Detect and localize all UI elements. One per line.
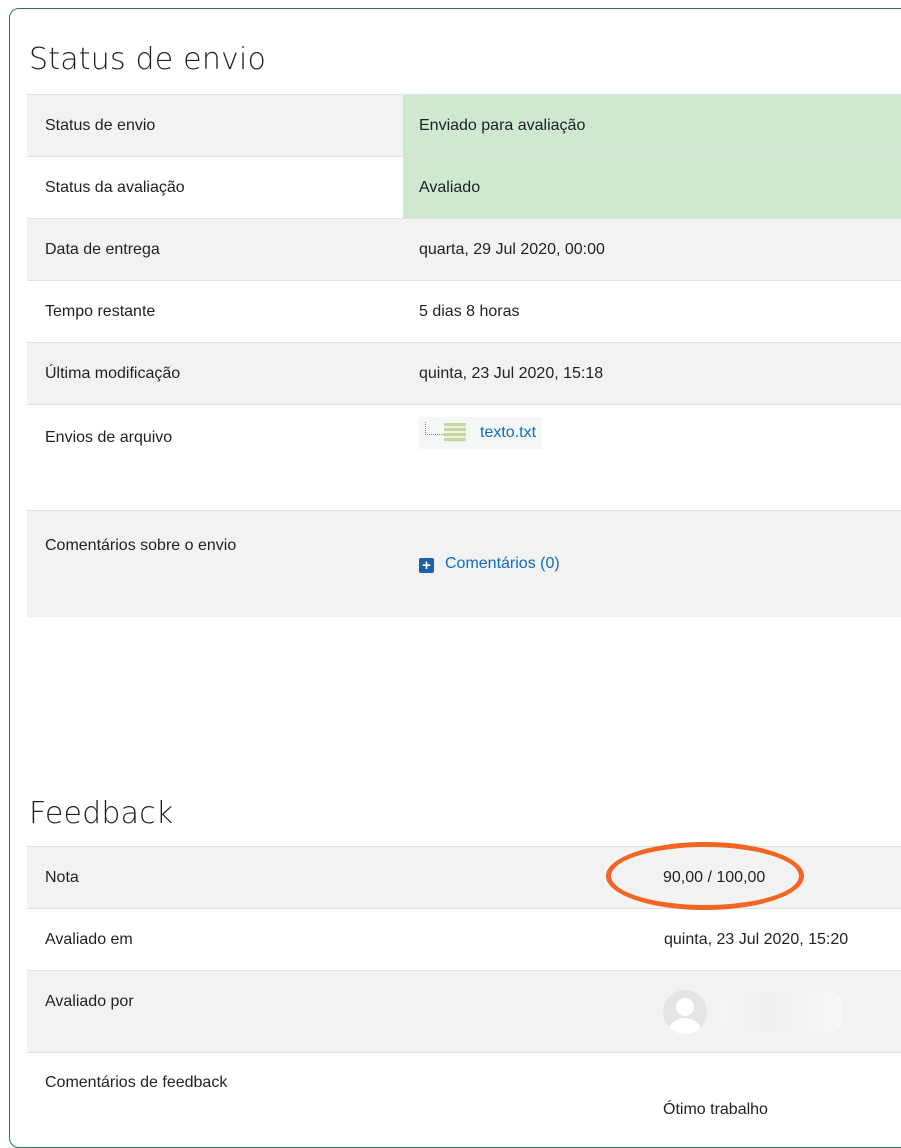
table-row: Avaliado por	[27, 970, 901, 1053]
grading-status-value: Avaliado	[403, 156, 901, 219]
grader-name-redacted[interactable]	[721, 991, 842, 1032]
row-label: Última modificação	[27, 342, 403, 405]
row-label: Comentários sobre o envio	[27, 510, 403, 617]
table-row: Avaliado em quinta, 23 Jul 2020, 15:20	[27, 908, 901, 971]
last-modified-value: quinta, 23 Jul 2020, 15:18	[403, 342, 901, 405]
row-label: Envios de arquivo	[27, 404, 403, 511]
row-label: Tempo restante	[27, 280, 403, 343]
time-remaining-value: 5 dias 8 horas	[403, 280, 901, 343]
submission-status-value: Enviado para avaliação	[403, 94, 901, 157]
row-label: Status de envio	[27, 94, 403, 157]
row-label: Avaliado em	[27, 908, 625, 971]
user-avatar-icon[interactable]	[663, 989, 707, 1034]
plus-square-icon[interactable]: +	[419, 557, 434, 573]
table-row: Tempo restante 5 dias 8 horas	[27, 280, 901, 343]
table-row: Comentários de feedback Ótimo trabalho	[27, 1052, 901, 1133]
graded-by-cell	[625, 970, 901, 1053]
file-link[interactable]: texto.txt	[480, 424, 536, 442]
graded-on-value: quinta, 23 Jul 2020, 15:20	[625, 908, 901, 971]
table-row: Última modificação quinta, 23 Jul 2020, …	[27, 342, 901, 405]
grade-highlight-circle	[606, 842, 804, 910]
feedback-section-title: Feedback	[29, 796, 174, 831]
row-label: Status da avaliação	[27, 156, 403, 219]
tree-connector	[425, 421, 444, 435]
table-row: Status da avaliação Avaliado	[27, 156, 901, 219]
file-text-icon	[444, 423, 466, 443]
row-label: Comentários de feedback	[27, 1052, 625, 1133]
table-row: Status de envio Enviado para avaliação	[27, 94, 901, 157]
table-row: Comentários sobre o envio + Comentários (…	[27, 510, 901, 617]
submission-comments-cell: + Comentários (0)	[403, 510, 901, 617]
table-row: Envios de arquivo texto.txt	[27, 404, 901, 511]
file-tree: texto.txt	[419, 417, 543, 449]
submission-status-table: Status de envio Enviado para avaliação S…	[27, 94, 901, 617]
file-submissions-cell: texto.txt	[403, 404, 901, 511]
due-date-value: quarta, 29 Jul 2020, 00:00	[403, 218, 901, 281]
status-section-title: Status de envio	[29, 42, 267, 77]
comments-link[interactable]: Comentários (0)	[445, 555, 560, 572]
table-row: Data de entrega quarta, 29 Jul 2020, 00:…	[27, 218, 901, 281]
row-label: Nota	[27, 846, 625, 909]
row-label: Avaliado por	[27, 970, 625, 1053]
feedback-comment-value: Ótimo trabalho	[625, 1052, 901, 1133]
row-label: Data de entrega	[27, 218, 403, 281]
